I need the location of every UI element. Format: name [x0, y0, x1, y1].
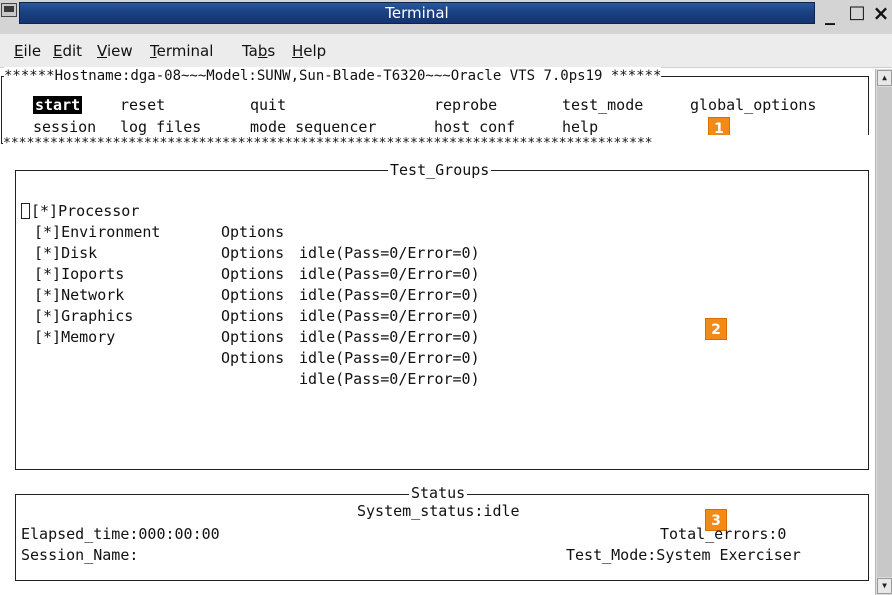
callout-badge-2: 2: [705, 318, 727, 340]
group-status: idle(Pass=0/Error=0): [299, 370, 480, 388]
menu-option-help[interactable]: help: [562, 117, 598, 137]
test-groups-title: Test_Groups: [388, 161, 492, 179]
menu-option-mode-sequencer[interactable]: mode_sequencer: [250, 117, 376, 137]
terminal-icon[interactable]: [1, 3, 17, 17]
minimize-button[interactable]: _: [817, 0, 843, 26]
session-name: Session_Name:: [21, 546, 139, 564]
elapsed-time: Elapsed_time:000:00:00: [21, 525, 220, 543]
test-group-row[interactable]: [*]Memory Options idle(Pass=0/Error=0): [21, 306, 480, 411]
menu-option-start[interactable]: start: [33, 95, 83, 115]
scrollbar-track[interactable]: [877, 87, 892, 577]
menu-option-reprobe[interactable]: reprobe: [434, 95, 497, 115]
group-status: idle(Pass=0/Error=0): [299, 286, 480, 304]
group-status: idle(Pass=0/Error=0): [299, 349, 480, 367]
arrow-down-icon[interactable]: ▼: [877, 578, 892, 594]
options-link[interactable]: Options: [221, 243, 284, 264]
menu-option-quit[interactable]: quit: [250, 95, 286, 115]
arrow-up-icon[interactable]: ▲: [877, 70, 892, 86]
menu-option-global-options[interactable]: global_options: [690, 95, 816, 115]
header-banner: ******Hostname:dga-08~~~Model:SUNW,Sun-B…: [4, 67, 662, 85]
group-status: idle(Pass=0/Error=0): [299, 307, 480, 325]
menu-option-host-conf[interactable]: host_conf: [434, 117, 515, 137]
menu-option-test-mode[interactable]: test_mode: [562, 95, 643, 115]
menu-option-log-files[interactable]: log_files: [120, 117, 201, 137]
menu-help[interactable]: Help: [292, 42, 326, 60]
total-errors: Total_errors:0: [660, 525, 787, 543]
group-status: idle(Pass=0/Error=0): [299, 265, 480, 283]
menu-file[interactable]: Eile: [14, 42, 41, 60]
menu-bar: Eile Edit View Terminal Tabs Help: [0, 34, 892, 68]
status-title: Status: [409, 484, 468, 502]
menu-option-reset[interactable]: reset: [120, 95, 165, 115]
menu-view[interactable]: View: [97, 42, 133, 60]
test-groups-list: [*]Processor Options idle(Pass=0/Error=0…: [21, 180, 621, 388]
menu-tabs[interactable]: Tabs: [242, 42, 275, 60]
menu-option-session[interactable]: session: [33, 117, 96, 137]
options-link[interactable]: Options: [221, 327, 284, 348]
options-link[interactable]: Options: [221, 306, 284, 327]
system-status: System_status:idle: [357, 502, 520, 520]
window-titlebar[interactable]: Terminal _ □ ×: [0, 0, 892, 34]
test-mode: Test_Mode:System Exerciser: [566, 546, 801, 564]
options-link[interactable]: Options: [221, 222, 284, 243]
header-bottom-rule: ****************************************…: [3, 135, 869, 153]
menu-terminal[interactable]: Terminal: [150, 42, 213, 60]
window-title: Terminal: [19, 2, 815, 24]
vertical-scrollbar[interactable]: ▲ ▼: [875, 69, 892, 595]
options-link[interactable]: Options: [221, 348, 284, 369]
group-status: idle(Pass=0/Error=0): [299, 244, 480, 262]
options-link[interactable]: Options: [221, 285, 284, 306]
menu-edit[interactable]: Edit: [53, 42, 82, 60]
terminal-screen[interactable]: ******Hostname:dga-08~~~Model:SUNW,Sun-B…: [0, 67, 875, 595]
options-link[interactable]: Options: [221, 264, 284, 285]
group-status: idle(Pass=0/Error=0): [299, 328, 480, 346]
close-button[interactable]: ×: [868, 0, 892, 26]
maximize-button[interactable]: □: [844, 0, 870, 26]
